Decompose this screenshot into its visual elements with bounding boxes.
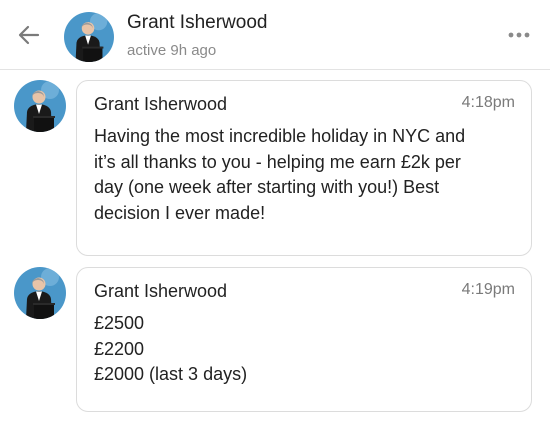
message-line: it’s all thanks to you - helping me earn…: [94, 151, 461, 172]
message-line: £2000 (last 3 days): [94, 364, 248, 384]
person-avatar-icon: [64, 12, 114, 62]
message-bubble[interactable]: Grant Isherwood 4:18pm Having the most i…: [76, 80, 532, 256]
message-bubble[interactable]: Grant Isherwood 4:19pm £2500 £2200 £2000…: [76, 267, 532, 412]
back-button[interactable]: [16, 22, 42, 48]
back-arrow-icon: [18, 25, 40, 45]
message-text: Having the most incredible holiday in NY…: [94, 124, 519, 226]
avatar[interactable]: [14, 80, 66, 132]
message-line: day (one week after starting with you!) …: [94, 177, 440, 197]
chat-screen: Grant Isherwood active 9h ago Grant Ishe…: [0, 0, 550, 421]
message-sender: Grant Isherwood: [94, 94, 228, 114]
contact-name[interactable]: Grant Isherwood: [127, 12, 267, 34]
message-time: 4:19pm: [461, 281, 515, 298]
active-status: active 9h ago: [127, 42, 217, 59]
message-text: £2500 £2200 £2000 (last 3 days): [94, 311, 519, 388]
message-line: Having the most incredible holiday in NY…: [94, 126, 466, 146]
chat-header: Grant Isherwood active 9h ago: [0, 0, 550, 70]
avatar[interactable]: [14, 267, 66, 319]
person-avatar-icon: [14, 267, 66, 319]
message-line: £2500: [94, 313, 145, 333]
person-avatar-icon: [14, 80, 66, 132]
message-time: 4:18pm: [461, 94, 515, 111]
more-dots-icon: [508, 32, 530, 38]
more-options-button[interactable]: [506, 28, 532, 42]
message-line: decision I ever made!: [94, 202, 266, 223]
message-line: £2200: [94, 338, 145, 359]
avatar[interactable]: [64, 12, 114, 62]
message-sender: Grant Isherwood: [94, 281, 228, 301]
